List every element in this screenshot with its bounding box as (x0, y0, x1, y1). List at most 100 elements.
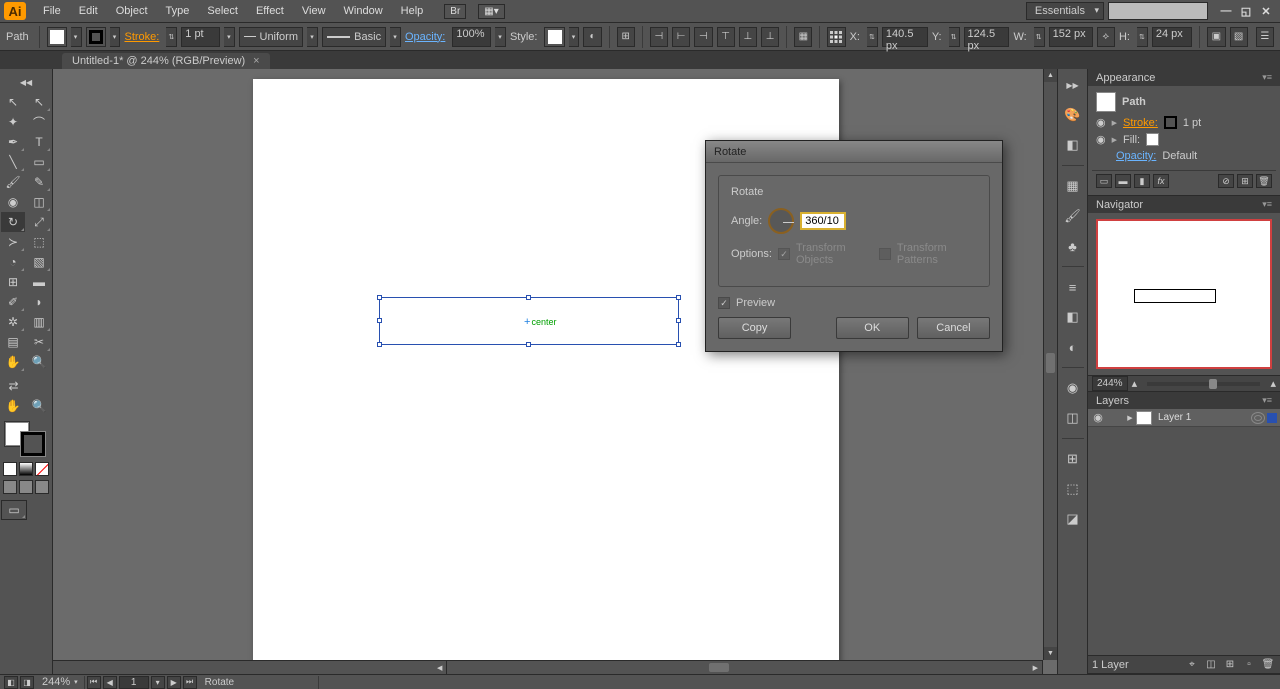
expand-stroke-icon[interactable]: ▶ (1112, 119, 1117, 127)
panel-menu-icon[interactable]: ▾≡ (1262, 199, 1272, 210)
document-tab[interactable]: Untitled-1* @ 244% (RGB/Preview) × (62, 53, 270, 69)
layer-visibility-icon[interactable]: ◉ (1088, 411, 1108, 424)
appearance-panel-icon[interactable]: ◉ (1063, 378, 1083, 398)
next-artboard-icon[interactable]: ▶ (167, 676, 181, 689)
draw-normal-icon[interactable] (3, 480, 17, 494)
status-icon[interactable]: ◨ (20, 676, 34, 689)
visibility-icon[interactable]: ◉ (1096, 116, 1106, 129)
tab-close-icon[interactable]: × (253, 55, 259, 67)
new-layer-icon[interactable]: ▫ (1241, 658, 1257, 672)
type-tool[interactable]: T (27, 132, 51, 152)
blob-brush-tool[interactable]: ◉ (1, 192, 25, 212)
free-transform-tool[interactable]: ⬚ (27, 232, 51, 252)
y-input[interactable]: 124.5 px (964, 27, 1010, 47)
arrange-documents-button[interactable]: ▦▾ (478, 4, 504, 19)
collapse-icon[interactable]: ◀◀ (1, 72, 51, 92)
hscroll-thumb[interactable] (709, 663, 729, 672)
width-tool[interactable]: ≻ (1, 232, 25, 252)
eyedropper-tool[interactable]: ✐ (1, 292, 25, 312)
align-left-icon[interactable]: ⊣ (650, 27, 668, 47)
navigator-zoom-value[interactable]: 244% (1092, 376, 1128, 391)
cancel-button[interactable]: Cancel (917, 317, 990, 339)
stroke-profile-dropdown[interactable]: ▾ (307, 27, 318, 47)
symbol-sprayer-tool[interactable]: ✲ (1, 312, 25, 332)
stroke-color-swatch[interactable] (1164, 116, 1177, 129)
line-tool[interactable]: ╲ (1, 152, 25, 172)
clear-icon[interactable]: ⊘ (1218, 174, 1234, 188)
horizontal-scrollbar[interactable]: ◀ ▶ (53, 660, 1043, 674)
fill-dropdown[interactable]: ▾ (71, 27, 82, 47)
gradient-tool[interactable]: ▬ (27, 272, 51, 292)
style-swatch[interactable] (544, 27, 564, 47)
last-artboard-icon[interactable]: ⏭ (183, 676, 197, 689)
workspace-switcher[interactable]: Essentials (1026, 2, 1104, 20)
menu-file[interactable]: File (34, 0, 70, 23)
h-stepper[interactable]: ⇅ (1137, 27, 1148, 47)
locate-object-icon[interactable]: ⌖ (1184, 658, 1200, 672)
color-guide-panel-icon[interactable]: ◧ (1063, 135, 1083, 155)
transform-icon[interactable]: ▦ (794, 27, 812, 47)
paintbrush-tool[interactable]: 🖌 (1, 172, 25, 192)
opacity-dropdown[interactable]: ▾ (495, 27, 506, 47)
reference-point-icon[interactable] (827, 27, 845, 47)
vertical-scrollbar[interactable]: ▲ ▼ (1043, 69, 1057, 660)
navigator-tab[interactable]: Navigator▾≡ (1088, 196, 1280, 213)
scroll-up-icon[interactable]: ▲ (1044, 69, 1057, 82)
zoom-slider-thumb[interactable] (1209, 379, 1217, 389)
isolate-icon[interactable]: ▣ (1207, 27, 1225, 47)
layer-row[interactable]: ◉ ▶ Layer 1 (1088, 409, 1280, 427)
y-stepper[interactable]: ⇅ (949, 27, 960, 47)
stroke-swatch[interactable] (86, 27, 106, 47)
add-effect-icon[interactable]: fx (1153, 174, 1169, 188)
layers-tab[interactable]: Layers▾≡ (1088, 392, 1280, 409)
minimize-icon[interactable]: — (1218, 4, 1234, 18)
menu-edit[interactable]: Edit (70, 0, 107, 23)
scroll-down-icon[interactable]: ▼ (1044, 647, 1057, 660)
align-vcenter-icon[interactable]: ⊥ (739, 27, 757, 47)
w-input[interactable]: 152 px (1049, 27, 1093, 47)
zoom-shortcut[interactable]: 🔍 (27, 396, 51, 416)
visibility-icon[interactable]: ◉ (1096, 133, 1106, 146)
help-search-input[interactable] (1108, 2, 1208, 20)
menu-type[interactable]: Type (157, 0, 199, 23)
expand-fill-icon[interactable]: ▶ (1112, 136, 1117, 144)
artboard-tool[interactable]: ▤ (1, 332, 25, 352)
stroke-weight-stepper[interactable]: ⇅ (166, 27, 177, 47)
rotate-tool[interactable]: ↻ (1, 212, 25, 232)
menu-window[interactable]: Window (335, 0, 392, 23)
draw-inside-icon[interactable] (35, 480, 49, 494)
rectangle-tool[interactable]: ▭ (27, 152, 51, 172)
add-fill-icon[interactable]: ▮ (1134, 174, 1150, 188)
appearance-tab[interactable]: Appearance▾≡ (1088, 69, 1280, 86)
opacity-input[interactable]: 100% (452, 27, 491, 47)
hand-tool[interactable]: ✋ (1, 352, 25, 372)
dialog-titlebar[interactable]: Rotate (706, 141, 1002, 163)
x-input[interactable]: 140.5 px (882, 27, 928, 47)
delete-icon[interactable]: 🗑 (1256, 174, 1272, 188)
layer-expand-icon[interactable]: ▶ (1124, 414, 1136, 422)
ok-button[interactable]: OK (836, 317, 909, 339)
align-right-icon[interactable]: ⊣ (694, 27, 712, 47)
hscroll-left-icon[interactable]: ◀ (433, 661, 447, 674)
delete-layer-icon[interactable]: 🗑 (1260, 658, 1276, 672)
scale-tool[interactable]: ⤢ (27, 212, 51, 232)
toggle-fill-stroke[interactable]: ⇄ (1, 376, 26, 396)
layer-name[interactable]: Layer 1 (1156, 412, 1251, 423)
blend-tool[interactable]: ◗ (27, 292, 51, 312)
prev-artboard-icon[interactable]: ◀ (103, 676, 117, 689)
bridge-button[interactable]: Br (444, 4, 466, 19)
constrain-proportions-icon[interactable]: ⟡ (1097, 27, 1115, 47)
align-panel-icon[interactable]: ⊞ (1063, 449, 1083, 469)
zoom-in-icon[interactable]: ▴ (1270, 377, 1276, 390)
style-dropdown[interactable]: ▾ (569, 27, 580, 47)
maximize-icon[interactable]: ◱ (1238, 4, 1254, 18)
first-artboard-icon[interactable]: ⏮ (87, 676, 101, 689)
lasso-tool[interactable]: ⌒ (27, 112, 51, 132)
add-stroke-icon[interactable]: ▬ (1115, 174, 1131, 188)
swatches-panel-icon[interactable]: ▦ (1063, 176, 1083, 196)
menu-help[interactable]: Help (392, 0, 433, 23)
transparency-panel-icon[interactable]: ◐ (1063, 337, 1083, 357)
pencil-tool[interactable]: ✎ (27, 172, 51, 192)
menu-select[interactable]: Select (198, 0, 247, 23)
hand-shortcut[interactable]: ✋ (1, 396, 25, 416)
